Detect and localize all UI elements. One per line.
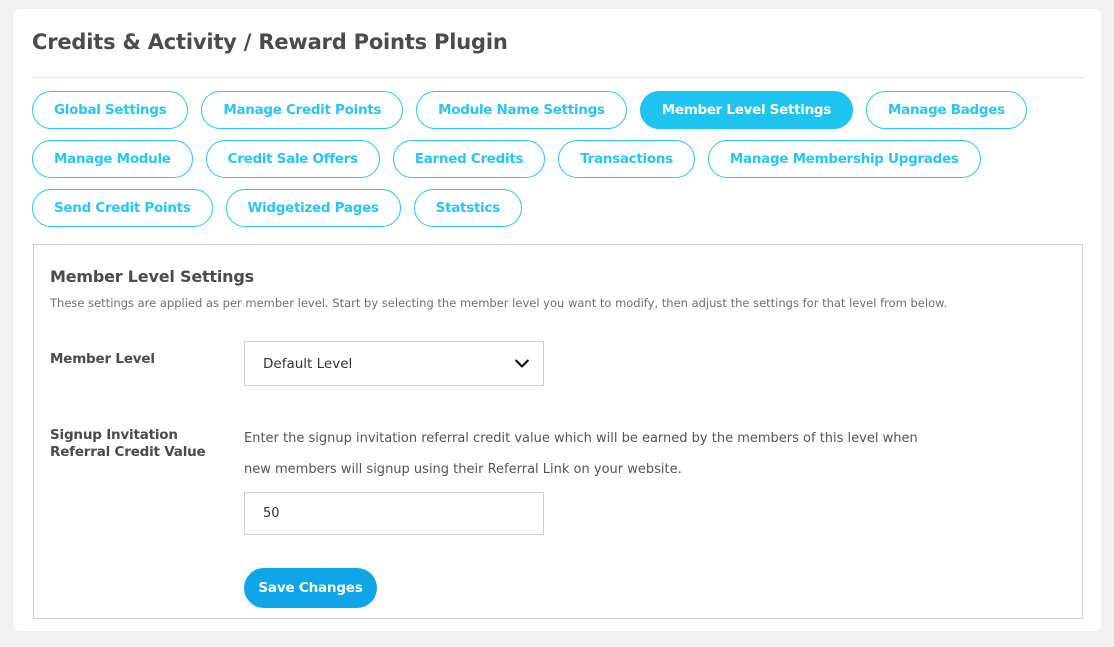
tab-transactions[interactable]: Transactions [558, 140, 695, 178]
tab-manage-module[interactable]: Manage Module [32, 140, 193, 178]
tab-widgetized-pages[interactable]: Widgetized Pages [225, 189, 401, 227]
tab-credit-sale-offers[interactable]: Credit Sale Offers [205, 140, 380, 178]
tab-module-name-settings[interactable]: Module Name Settings [416, 91, 627, 129]
help-line-2: new members will signup using their Refe… [244, 462, 682, 477]
member-level-selected-value: Default Level [263, 355, 353, 372]
member-level-label: Member Level [50, 351, 155, 367]
tab-global-settings[interactable]: Global Settings [32, 91, 189, 129]
tab-statstics[interactable]: Statstics [413, 189, 522, 227]
tab-manage-badges[interactable]: Manage Badges [866, 91, 1027, 129]
settings-panel: Member Level Settings These settings are… [33, 244, 1083, 619]
tab-manage-credit-points[interactable]: Manage Credit Points [201, 91, 404, 129]
signup-referral-help: Enter the signup invitation referral cre… [244, 423, 944, 485]
tab-send-credit-points[interactable]: Send Credit Points [32, 189, 213, 227]
member-level-select[interactable]: Default Level [244, 341, 544, 386]
tab-bar: Global Settings Manage Credit Points Modul… [32, 91, 1087, 238]
tab-manage-membership-upgrades[interactable]: Manage Membership Upgrades [707, 140, 981, 178]
signup-referral-label: Signup Invitation Referral Credit Value [50, 427, 206, 460]
panel-description: These settings are applied as per member… [50, 296, 948, 310]
chevron-down-icon [515, 359, 529, 368]
help-line-1: Enter the signup invitation referral cre… [244, 431, 918, 446]
tab-member-level-settings[interactable]: Member Level Settings [639, 91, 854, 129]
page-title: Credits & Activity / Reward Points Plugi… [32, 30, 508, 54]
signup-referral-input[interactable] [244, 492, 544, 535]
page-card: Credits & Activity / Reward Points Plugi… [13, 9, 1101, 631]
tab-earned-credits[interactable]: Earned Credits [392, 140, 546, 178]
save-changes-button[interactable]: Save Changes [244, 568, 377, 608]
panel-title: Member Level Settings [50, 267, 254, 286]
title-divider [32, 77, 1083, 78]
